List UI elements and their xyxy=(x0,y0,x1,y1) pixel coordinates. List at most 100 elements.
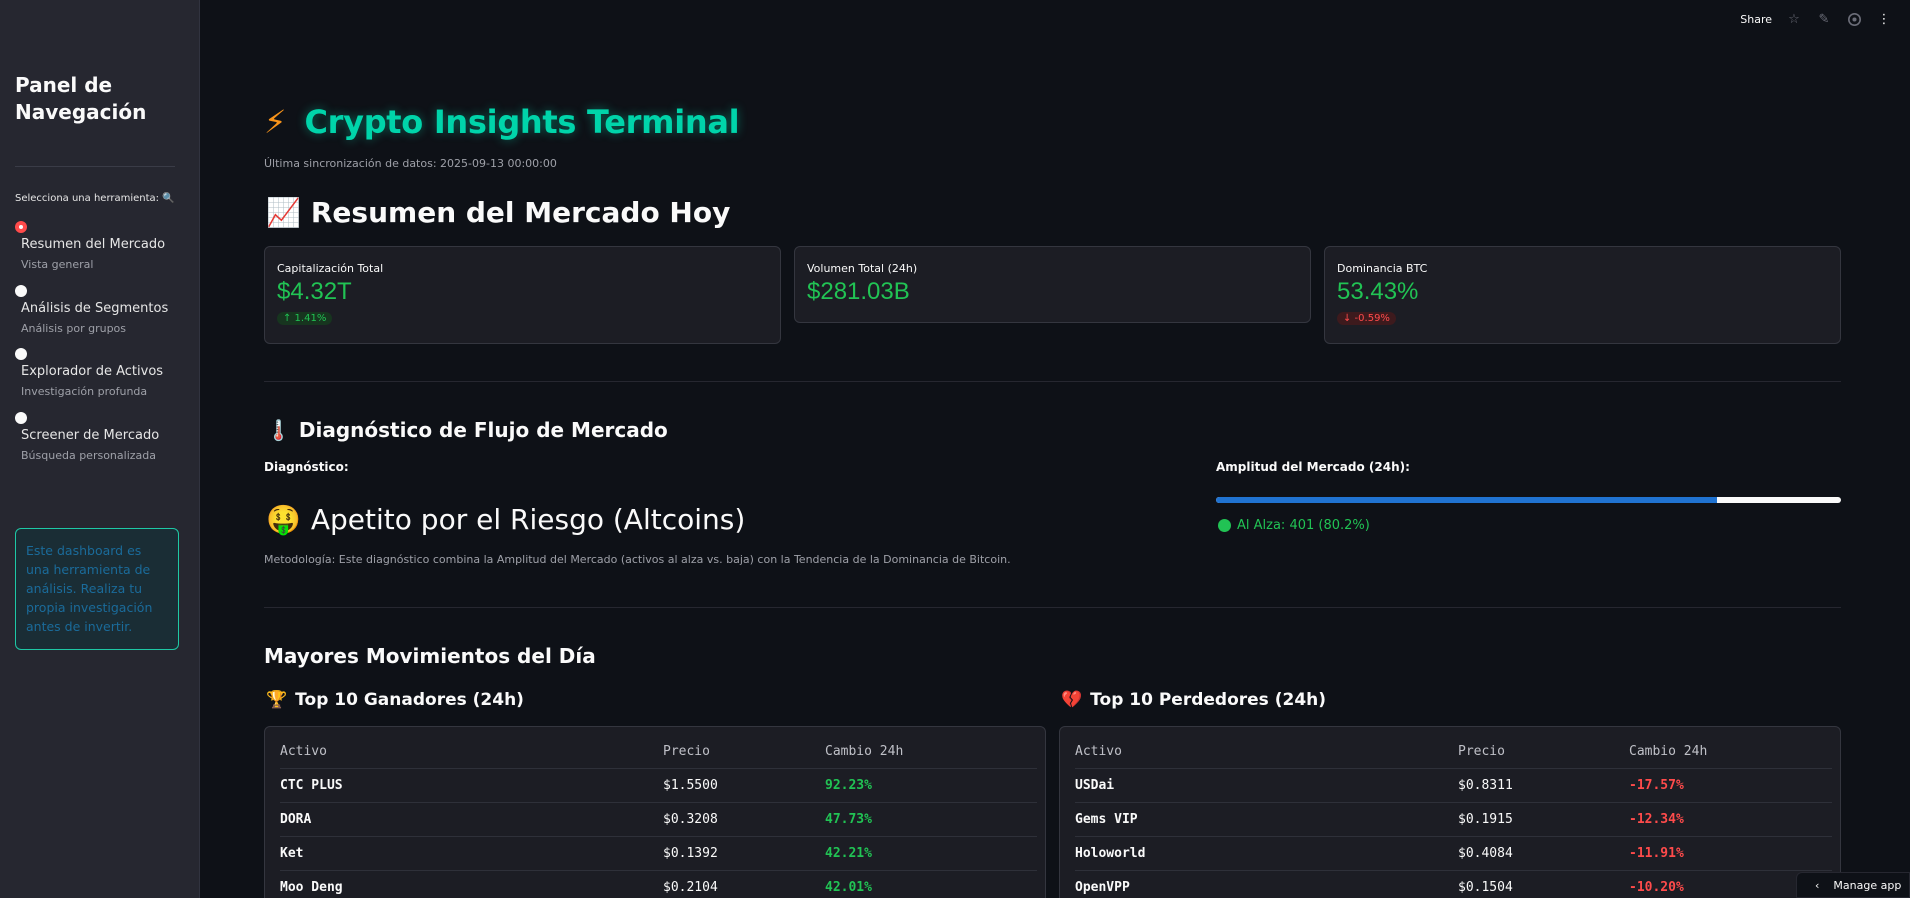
cell-price: $0.3208 xyxy=(663,812,718,827)
info-box: Este dashboard es una herramienta de aná… xyxy=(15,528,179,650)
tool-select-label: Selecciona una herramienta: 🔍 xyxy=(15,193,175,204)
page-title: ⚡ Crypto Insights Terminal xyxy=(264,100,740,144)
table-row: DORA $0.3208 47.73% xyxy=(280,803,1037,837)
cell-change: -11.91% xyxy=(1629,846,1684,861)
radio-icon[interactable] xyxy=(15,348,27,360)
table-row: Ket $0.1392 42.21% xyxy=(280,837,1037,871)
radio-label: Explorador de Activos xyxy=(21,364,164,379)
col-price[interactable]: Precio xyxy=(663,744,710,759)
summary-heading: 📈 Resumen del Mercado Hoy xyxy=(266,196,730,229)
diagnosis-text: Apetito por el Riesgo (Altcoins) xyxy=(310,503,746,536)
metric-label: Dominancia BTC xyxy=(1337,262,1428,275)
trophy-icon: 🏆 xyxy=(266,690,288,710)
cell-asset: Gems VIP xyxy=(1075,812,1138,827)
table-row: Holoworld $0.4084 -11.91% xyxy=(1075,837,1832,871)
cell-asset: DORA xyxy=(280,812,312,827)
movers-heading: Mayores Movimientos del Día xyxy=(264,644,596,668)
edit-icon[interactable]: ✎ xyxy=(1816,11,1832,27)
chevron-left-icon: ‹ xyxy=(1815,878,1820,892)
cell-price: $0.8311 xyxy=(1458,778,1513,793)
losers-heading: 💔 Top 10 Perdedores (24h) xyxy=(1061,690,1326,710)
share-button[interactable]: Share xyxy=(1740,13,1772,26)
radio-label: Análisis de Segmentos xyxy=(21,301,169,316)
gainers-table[interactable]: Activo Precio Cambio 24h CTC PLUS $1.550… xyxy=(264,726,1046,898)
table-row: USDai $0.8311 -17.57% xyxy=(1075,769,1832,803)
sidebar-title: Panel de Navegación xyxy=(15,73,147,124)
radio-caption: Vista general xyxy=(21,258,94,271)
cell-price: $0.2104 xyxy=(663,880,718,895)
col-asset[interactable]: Activo xyxy=(1075,744,1122,759)
metric-value: 53.43% xyxy=(1337,278,1419,305)
table-header: Activo Precio Cambio 24h xyxy=(1075,735,1832,769)
money-face-icon: 🤑 xyxy=(266,503,301,536)
col-change[interactable]: Cambio 24h xyxy=(825,744,903,759)
breadth-status: Al Alza: 401 (80.2%) xyxy=(1218,518,1370,533)
metric-delta: ↑ 1.41% xyxy=(277,312,333,325)
radio-label: Screener de Mercado xyxy=(21,428,160,443)
cell-asset: Ket xyxy=(280,846,304,861)
sidebar: Panel de Navegación Selecciona una herra… xyxy=(0,0,200,898)
col-price[interactable]: Precio xyxy=(1458,744,1505,759)
breadth-text: Al Alza: 401 (80.2%) xyxy=(1237,518,1370,533)
section-divider xyxy=(264,607,1841,608)
radio-caption: Búsqueda personalizada xyxy=(21,449,156,462)
flow-title: Diagnóstico de Flujo de Mercado xyxy=(298,418,668,442)
col-change[interactable]: Cambio 24h xyxy=(1629,744,1707,759)
radio-caption: Análisis por grupos xyxy=(21,322,127,335)
summary-title: Resumen del Mercado Hoy xyxy=(310,196,731,229)
table-row: CTC PLUS $1.5500 92.23% xyxy=(280,769,1037,803)
cell-asset: Holoworld xyxy=(1075,846,1146,861)
manage-app-button[interactable]: ‹ Manage app xyxy=(1796,872,1910,898)
top-toolbar: Share ☆ ✎ ⋮ xyxy=(1740,10,1892,28)
radio-label: Resumen del Mercado xyxy=(21,237,166,252)
broken-heart-icon: 💔 xyxy=(1061,690,1083,710)
radio-icon[interactable] xyxy=(15,412,27,424)
more-menu-icon[interactable]: ⋮ xyxy=(1876,11,1892,27)
radio-selected-icon[interactable] xyxy=(15,221,27,233)
col-asset[interactable]: Activo xyxy=(280,744,327,759)
cell-asset: Moo Deng xyxy=(280,880,343,895)
metric-value: $4.32T xyxy=(277,278,352,305)
cell-price: $0.1504 xyxy=(1458,880,1513,895)
sidebar-divider xyxy=(15,166,175,167)
cell-change: 42.01% xyxy=(825,880,872,895)
radio-icon[interactable] xyxy=(15,285,27,297)
flow-heading: 🌡️ Diagnóstico de Flujo de Mercado xyxy=(266,418,668,442)
cell-price: $0.1392 xyxy=(663,846,718,861)
star-icon[interactable]: ☆ xyxy=(1786,11,1802,27)
table-header: Activo Precio Cambio 24h xyxy=(280,735,1037,769)
breadth-progress-fill xyxy=(1216,497,1718,503)
manage-app-label: Manage app xyxy=(1833,878,1902,892)
losers-title: Top 10 Perdedores (24h) xyxy=(1090,690,1327,710)
metric-total-volume: Volumen Total (24h) $281.03B xyxy=(794,246,1311,323)
sync-timestamp: Última sincronización de datos: 2025-09-… xyxy=(264,157,557,170)
table-row: Gems VIP $0.1915 -12.34% xyxy=(1075,803,1832,837)
cell-price: $0.1915 xyxy=(1458,812,1513,827)
table-row: OpenVPP $0.1504 -10.20% xyxy=(1075,871,1832,898)
github-icon[interactable] xyxy=(1846,11,1862,27)
radio-caption: Investigación profunda xyxy=(21,385,148,398)
metric-total-cap: Capitalización Total $4.32T ↑ 1.41% xyxy=(264,246,781,344)
breadth-progress-bar xyxy=(1216,497,1841,503)
breadth-label: Amplitud del Mercado (24h): xyxy=(1216,460,1410,474)
cell-change: -12.34% xyxy=(1629,812,1684,827)
metric-label: Volumen Total (24h) xyxy=(807,262,918,275)
gainers-title: Top 10 Ganadores (24h) xyxy=(295,690,524,710)
metric-delta: ↓ -0.59% xyxy=(1337,312,1396,325)
lightning-icon: ⚡ xyxy=(264,103,287,141)
cell-change: 42.21% xyxy=(825,846,872,861)
cell-asset: USDai xyxy=(1075,778,1115,793)
losers-table[interactable]: Activo Precio Cambio 24h USDai $0.8311 -… xyxy=(1059,726,1841,898)
cell-asset: OpenVPP xyxy=(1075,880,1130,895)
metric-label: Capitalización Total xyxy=(277,262,384,275)
chart-increasing-icon: 📈 xyxy=(266,196,301,229)
diagnosis-label: Diagnóstico: xyxy=(264,460,349,474)
table-row: Moo Deng $0.2104 42.01% xyxy=(280,871,1037,898)
cell-price: $1.5500 xyxy=(663,778,718,793)
gainers-heading: 🏆 Top 10 Ganadores (24h) xyxy=(266,690,524,710)
cell-asset: CTC PLUS xyxy=(280,778,343,793)
metric-btc-dominance: Dominancia BTC 53.43% ↓ -0.59% xyxy=(1324,246,1841,344)
diagnosis-value: 🤑 Apetito por el Riesgo (Altcoins) xyxy=(266,503,745,536)
section-divider xyxy=(264,381,1841,382)
metric-value: $281.03B xyxy=(807,278,910,305)
